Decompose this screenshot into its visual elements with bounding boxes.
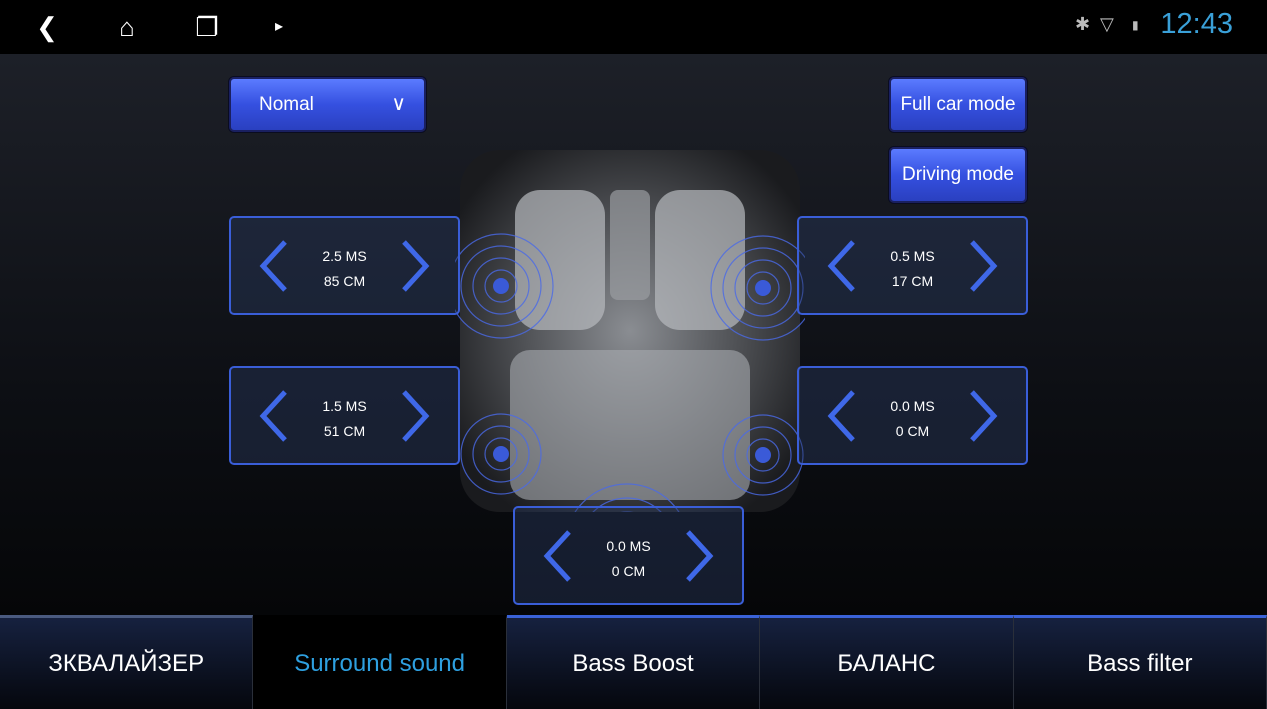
tab-balance[interactable]: БАЛАНС — [760, 615, 1014, 709]
chevron-left-icon — [259, 390, 287, 442]
preset-value: Nomal — [259, 93, 314, 115]
distance-value: 0 CM — [895, 423, 930, 439]
delay-value: 1.5 MS — [322, 398, 367, 414]
car-interior-image — [455, 150, 805, 512]
preset-dropdown[interactable]: Nomal ∨ — [229, 77, 426, 132]
sim-icon: ▮ — [1132, 18, 1139, 32]
chevron-left-icon — [259, 240, 287, 292]
distance-value: 85 CM — [323, 273, 366, 289]
delay-value: 0.5 MS — [890, 248, 935, 264]
chevron-right-icon — [402, 240, 430, 292]
chevron-right-icon — [970, 240, 998, 292]
decrease-button[interactable] — [823, 236, 863, 296]
status-bar: ❮ ⌂ ❐ ▸ ✱ ▽ ▮ 12:43 — [0, 0, 1267, 54]
speaker-front-right: 0.5 MS 17 CM — [797, 216, 1028, 315]
surround-panel: Nomal ∨ Full car mode Driving mode 2.5 M… — [0, 54, 1267, 615]
bluetooth-icon: ✱ — [1075, 14, 1091, 34]
increase-button[interactable] — [394, 386, 434, 446]
speaker-rear-right: 0.0 MS 0 CM — [797, 366, 1028, 465]
speaker-front-left: 2.5 MS 85 CM — [229, 216, 460, 315]
speaker-subwoofer: 0.0 MS 0 CM — [513, 506, 744, 605]
chevron-down-icon: ∨ — [391, 93, 406, 115]
recent-apps-icon[interactable]: ❐ — [190, 10, 224, 44]
app-icon[interactable]: ▸ — [262, 10, 296, 44]
clock: 12:43 — [1160, 8, 1233, 40]
decrease-button[interactable] — [539, 526, 579, 586]
full-car-mode-button[interactable]: Full car mode — [889, 77, 1027, 132]
tab-equalizer[interactable]: ЗКВАЛАЙЗЕР — [0, 615, 254, 709]
wifi-icon: ▽ — [1100, 14, 1114, 34]
chevron-right-icon — [970, 390, 998, 442]
tab-bass-boost[interactable]: Bass Boost — [506, 615, 761, 709]
decrease-button[interactable] — [823, 386, 863, 446]
back-icon[interactable]: ❮ — [30, 10, 64, 44]
distance-value: 51 CM — [323, 423, 366, 439]
chevron-left-icon — [543, 530, 571, 582]
chevron-left-icon — [827, 390, 855, 442]
decrease-button[interactable] — [255, 386, 295, 446]
decrease-button[interactable] — [255, 236, 295, 296]
distance-value: 0 CM — [611, 563, 646, 579]
distance-value: 17 CM — [891, 273, 934, 289]
home-icon[interactable]: ⌂ — [110, 10, 144, 44]
tab-bar: ЗКВАЛАЙЗЕР Surround sound Bass Boost БАЛ… — [0, 615, 1267, 709]
driving-mode-button[interactable]: Driving mode — [889, 147, 1027, 203]
delay-value: 0.0 MS — [606, 538, 651, 554]
delay-value: 2.5 MS — [322, 248, 367, 264]
chevron-right-icon — [686, 530, 714, 582]
tab-bass-filter[interactable]: Bass filter — [1013, 615, 1267, 709]
increase-button[interactable] — [678, 526, 718, 586]
increase-button[interactable] — [962, 236, 1002, 296]
delay-value: 0.0 MS — [890, 398, 935, 414]
speaker-rear-left: 1.5 MS 51 CM — [229, 366, 460, 465]
chevron-left-icon — [827, 240, 855, 292]
tab-surround-sound[interactable]: Surround sound — [253, 615, 507, 709]
increase-button[interactable] — [962, 386, 1002, 446]
increase-button[interactable] — [394, 236, 434, 296]
chevron-right-icon — [402, 390, 430, 442]
